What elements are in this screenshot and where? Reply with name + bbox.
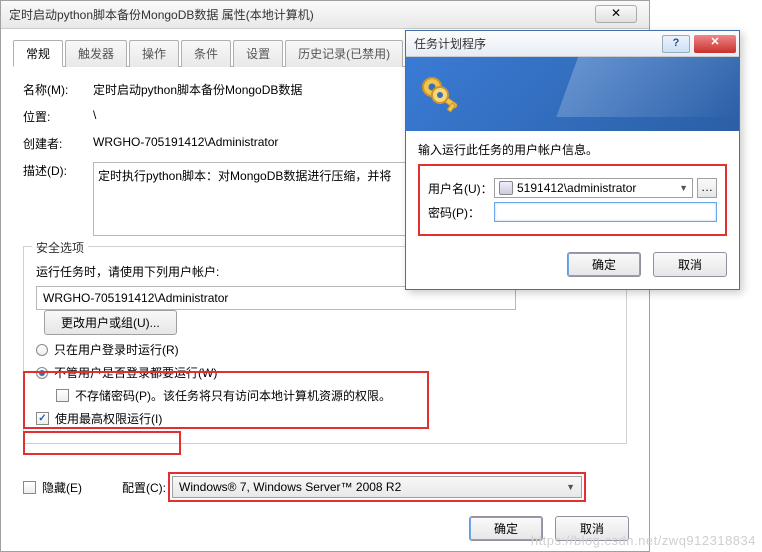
cred-close-button[interactable]: ✕ bbox=[694, 35, 736, 53]
cred-instruction: 输入运行此任务的用户帐户信息。 bbox=[418, 141, 727, 158]
tab-settings[interactable]: 设置 bbox=[233, 40, 283, 67]
config-value: Windows® 7, Windows Server™ 2008 R2 bbox=[179, 480, 401, 494]
username-dropdown[interactable]: 5191412\administrator ▼ bbox=[494, 178, 693, 198]
bottom-options: 隐藏(E) 配置(C): Windows® 7, Windows Server™… bbox=[1, 472, 649, 502]
checkbox-highest-privileges-label: 使用最高权限运行(I) bbox=[55, 410, 162, 427]
radio-run-always[interactable] bbox=[36, 367, 48, 379]
chevron-down-icon: ▼ bbox=[679, 183, 688, 193]
checkbox-no-password[interactable] bbox=[56, 389, 69, 402]
cred-button-bar: 确定 取消 bbox=[418, 252, 727, 277]
radio-logged-on-row[interactable]: 只在用户登录时运行(R) bbox=[36, 341, 614, 358]
name-label: 名称(M): bbox=[23, 81, 93, 98]
tab-conditions[interactable]: 条件 bbox=[181, 40, 231, 67]
cred-titlebar: 任务计划程序 ? ✕ bbox=[406, 31, 739, 57]
location-label: 位置: bbox=[23, 108, 93, 125]
radio-any-row[interactable]: 不管用户是否登录都要运行(W) bbox=[36, 364, 614, 381]
help-button[interactable]: ? bbox=[662, 35, 690, 53]
main-titlebar: 定时启动python脚本备份MongoDB数据 属性(本地计算机) ✕ bbox=[1, 1, 649, 29]
change-user-button[interactable]: 更改用户或组(U)... bbox=[44, 310, 177, 335]
description-label: 描述(D): bbox=[23, 162, 93, 179]
tab-triggers[interactable]: 触发器 bbox=[65, 40, 127, 67]
checkbox-no-password-label: 不存储密码(P)。该任务将只有访问本地计算机资源的权限。 bbox=[75, 387, 391, 404]
username-label: 用户名(U)： bbox=[428, 180, 494, 197]
config-label: 配置(C): bbox=[122, 479, 166, 496]
checkbox-hidden[interactable] bbox=[23, 481, 36, 494]
cred-title: 任务计划程序 bbox=[414, 35, 486, 52]
main-button-bar: 确定 取消 bbox=[469, 516, 629, 541]
user-icon bbox=[499, 181, 513, 195]
cred-fields-highlight: 用户名(U)： 5191412\administrator ▼ … 密码(P)： bbox=[418, 164, 727, 236]
config-dropdown[interactable]: Windows® 7, Windows Server™ 2008 R2 ▼ bbox=[172, 476, 582, 498]
tab-actions[interactable]: 操作 bbox=[129, 40, 179, 67]
username-value: 5191412\administrator bbox=[517, 181, 636, 195]
account-row: WRGHO-705191412\Administrator 更改用户或组(U).… bbox=[36, 286, 614, 335]
tab-general[interactable]: 常规 bbox=[13, 40, 63, 67]
cred-ok-button[interactable]: 确定 bbox=[567, 252, 641, 277]
cred-banner bbox=[406, 57, 739, 131]
window-title: 定时启动python脚本备份MongoDB数据 属性(本地计算机) bbox=[9, 6, 314, 23]
cred-cancel-button[interactable]: 取消 bbox=[653, 252, 727, 277]
no-password-row[interactable]: 不存储密码(P)。该任务将只有访问本地计算机资源的权限。 bbox=[56, 387, 614, 404]
window-close-button[interactable]: ✕ bbox=[595, 5, 637, 23]
highest-priv-row[interactable]: 使用最高权限运行(I) bbox=[36, 410, 614, 427]
password-label: 密码(P)： bbox=[428, 204, 494, 221]
hidden-label: 隐藏(E) bbox=[42, 479, 82, 496]
browse-user-button[interactable]: … bbox=[697, 178, 717, 198]
security-legend: 安全选项 bbox=[32, 239, 88, 256]
radio-logged-on-label: 只在用户登录时运行(R) bbox=[54, 341, 179, 358]
keys-icon bbox=[418, 73, 468, 117]
password-input[interactable] bbox=[494, 202, 717, 222]
checkbox-highest-privileges[interactable] bbox=[36, 412, 49, 425]
radio-run-always-label: 不管用户是否登录都要运行(W) bbox=[54, 364, 217, 381]
author-label: 创建者: bbox=[23, 135, 93, 152]
ok-button[interactable]: 确定 bbox=[469, 516, 543, 541]
credentials-dialog: 任务计划程序 ? ✕ 输入运行此任务的用户帐户信息。 用户名(U)： bbox=[405, 30, 740, 290]
cancel-button[interactable]: 取消 bbox=[555, 516, 629, 541]
config-highlight: Windows® 7, Windows Server™ 2008 R2 ▼ bbox=[168, 472, 586, 502]
cred-body: 输入运行此任务的用户帐户信息。 用户名(U)： 5191412\administ… bbox=[406, 131, 739, 289]
tab-history[interactable]: 历史记录(已禁用) bbox=[285, 40, 403, 67]
radio-logged-on[interactable] bbox=[36, 344, 48, 356]
chevron-down-icon: ▼ bbox=[566, 482, 575, 492]
